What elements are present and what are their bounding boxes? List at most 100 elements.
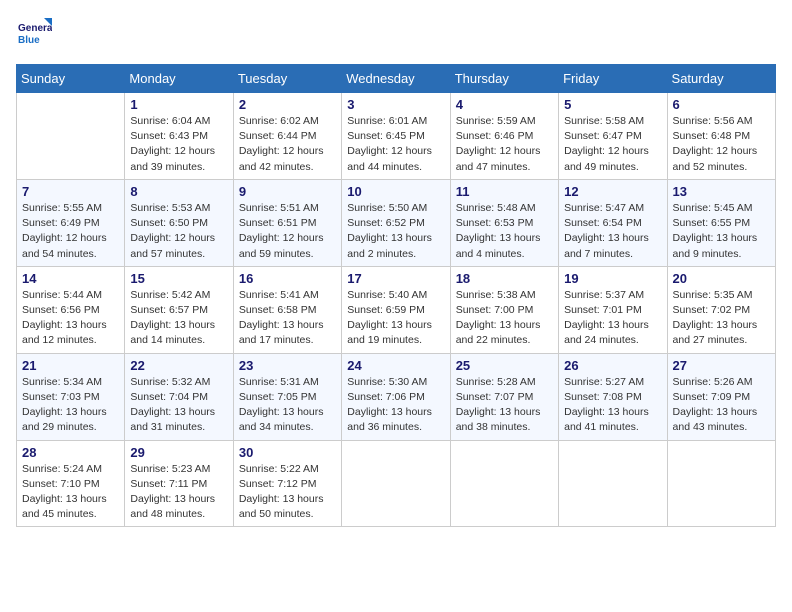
col-header-sunday: Sunday bbox=[17, 65, 125, 93]
calendar-cell: 1 Sunrise: 6:04 AMSunset: 6:43 PMDaylight… bbox=[125, 93, 233, 180]
calendar-cell: 27Sunrise: 5:26 AMSunset: 7:09 PMDayligh… bbox=[667, 353, 775, 440]
col-header-wednesday: Wednesday bbox=[342, 65, 450, 93]
calendar-cell: 14 Sunrise: 5:44 AMSunset: 6:56 PMDayligh… bbox=[17, 266, 125, 353]
calendar-cell bbox=[667, 440, 775, 527]
day-info: Sunrise: 5:26 AMSunset: 7:09 PMDaylight:… bbox=[673, 375, 770, 436]
calendar-cell: 22 Sunrise: 5:32 AMSunset: 7:04 PMDayligh… bbox=[125, 353, 233, 440]
col-header-thursday: Thursday bbox=[450, 65, 558, 93]
day-number: 28 bbox=[22, 445, 119, 460]
day-info: Sunrise: 5:31 AMSunset: 7:05 PMDaylight:… bbox=[239, 375, 336, 436]
calendar-cell: 28 Sunrise: 5:24 AMSunset: 7:10 PMDayligh… bbox=[17, 440, 125, 527]
calendar-week-5: 28 Sunrise: 5:24 AMSunset: 7:10 PMDayligh… bbox=[17, 440, 776, 527]
calendar-cell: 12Sunrise: 5:47 AMSunset: 6:54 PMDayligh… bbox=[559, 179, 667, 266]
calendar-cell bbox=[17, 93, 125, 180]
svg-text:General: General bbox=[18, 23, 52, 34]
day-number: 25 bbox=[456, 358, 553, 373]
day-info: Sunrise: 5:27 AMSunset: 7:08 PMDaylight:… bbox=[564, 375, 661, 436]
day-number: 26 bbox=[564, 358, 661, 373]
calendar-cell: 18Sunrise: 5:38 AMSunset: 7:00 PMDayligh… bbox=[450, 266, 558, 353]
day-info: Sunrise: 6:02 AMSunset: 6:44 PMDaylight:… bbox=[239, 114, 336, 175]
calendar-cell: 19Sunrise: 5:37 AMSunset: 7:01 PMDayligh… bbox=[559, 266, 667, 353]
day-info: Sunrise: 5:48 AMSunset: 6:53 PMDaylight:… bbox=[456, 201, 553, 262]
day-number: 13 bbox=[673, 184, 770, 199]
calendar-cell: 17 Sunrise: 5:40 AMSunset: 6:59 PMDayligh… bbox=[342, 266, 450, 353]
calendar-cell: 10Sunrise: 5:50 AMSunset: 6:52 PMDayligh… bbox=[342, 179, 450, 266]
calendar-week-3: 14 Sunrise: 5:44 AMSunset: 6:56 PMDayligh… bbox=[17, 266, 776, 353]
calendar-table: SundayMondayTuesdayWednesdayThursdayFrid… bbox=[16, 64, 776, 527]
day-number: 9 bbox=[239, 184, 336, 199]
col-header-monday: Monday bbox=[125, 65, 233, 93]
day-info: Sunrise: 5:24 AMSunset: 7:10 PMDaylight:… bbox=[22, 462, 119, 523]
day-info: Sunrise: 5:30 AMSunset: 7:06 PMDaylight:… bbox=[347, 375, 444, 436]
calendar-cell: 26 Sunrise: 5:27 AMSunset: 7:08 PMDayligh… bbox=[559, 353, 667, 440]
day-number: 6 bbox=[673, 97, 770, 112]
page-header: General Blue bbox=[16, 16, 776, 52]
day-number: 4 bbox=[456, 97, 553, 112]
day-number: 1 bbox=[130, 97, 227, 112]
day-info: Sunrise: 5:40 AMSunset: 6:59 PMDaylight:… bbox=[347, 288, 444, 349]
day-info: Sunrise: 5:55 AMSunset: 6:49 PMDaylight:… bbox=[22, 201, 119, 262]
calendar-cell: 23 Sunrise: 5:31 AMSunset: 7:05 PMDayligh… bbox=[233, 353, 341, 440]
logo: General Blue bbox=[16, 16, 52, 52]
day-number: 11 bbox=[456, 184, 553, 199]
day-number: 21 bbox=[22, 358, 119, 373]
calendar-week-2: 7Sunrise: 5:55 AMSunset: 6:49 PMDaylight… bbox=[17, 179, 776, 266]
day-number: 14 bbox=[22, 271, 119, 286]
day-info: Sunrise: 6:01 AMSunset: 6:45 PMDaylight:… bbox=[347, 114, 444, 175]
day-info: Sunrise: 5:28 AMSunset: 7:07 PMDaylight:… bbox=[456, 375, 553, 436]
day-number: 18 bbox=[456, 271, 553, 286]
calendar-cell: 24 Sunrise: 5:30 AMSunset: 7:06 PMDayligh… bbox=[342, 353, 450, 440]
day-number: 30 bbox=[239, 445, 336, 460]
day-info: Sunrise: 5:51 AMSunset: 6:51 PMDaylight:… bbox=[239, 201, 336, 262]
day-number: 22 bbox=[130, 358, 227, 373]
day-info: Sunrise: 5:35 AMSunset: 7:02 PMDaylight:… bbox=[673, 288, 770, 349]
day-number: 17 bbox=[347, 271, 444, 286]
day-info: Sunrise: 5:32 AMSunset: 7:04 PMDaylight:… bbox=[130, 375, 227, 436]
day-info: Sunrise: 5:22 AMSunset: 7:12 PMDaylight:… bbox=[239, 462, 336, 523]
logo-icon: General Blue bbox=[16, 16, 52, 52]
calendar-cell: 29 Sunrise: 5:23 AMSunset: 7:11 PMDayligh… bbox=[125, 440, 233, 527]
day-number: 8 bbox=[130, 184, 227, 199]
day-info: Sunrise: 5:50 AMSunset: 6:52 PMDaylight:… bbox=[347, 201, 444, 262]
day-number: 29 bbox=[130, 445, 227, 460]
day-info: Sunrise: 5:45 AMSunset: 6:55 PMDaylight:… bbox=[673, 201, 770, 262]
day-number: 3 bbox=[347, 97, 444, 112]
day-number: 2 bbox=[239, 97, 336, 112]
col-header-tuesday: Tuesday bbox=[233, 65, 341, 93]
calendar-cell: 11 Sunrise: 5:48 AMSunset: 6:53 PMDayligh… bbox=[450, 179, 558, 266]
calendar-cell: 20 Sunrise: 5:35 AMSunset: 7:02 PMDayligh… bbox=[667, 266, 775, 353]
day-info: Sunrise: 5:34 AMSunset: 7:03 PMDaylight:… bbox=[22, 375, 119, 436]
day-info: Sunrise: 5:23 AMSunset: 7:11 PMDaylight:… bbox=[130, 462, 227, 523]
day-number: 15 bbox=[130, 271, 227, 286]
calendar-week-1: 1 Sunrise: 6:04 AMSunset: 6:43 PMDaylight… bbox=[17, 93, 776, 180]
col-header-saturday: Saturday bbox=[667, 65, 775, 93]
calendar-cell: 30 Sunrise: 5:22 AMSunset: 7:12 PMDayligh… bbox=[233, 440, 341, 527]
day-number: 12 bbox=[564, 184, 661, 199]
calendar-cell: 6Sunrise: 5:56 AMSunset: 6:48 PMDaylight… bbox=[667, 93, 775, 180]
calendar-cell bbox=[450, 440, 558, 527]
day-info: Sunrise: 5:58 AMSunset: 6:47 PMDaylight:… bbox=[564, 114, 661, 175]
day-number: 24 bbox=[347, 358, 444, 373]
day-number: 16 bbox=[239, 271, 336, 286]
calendar-cell: 3 Sunrise: 6:01 AMSunset: 6:45 PMDaylight… bbox=[342, 93, 450, 180]
calendar-cell: 13 Sunrise: 5:45 AMSunset: 6:55 PMDayligh… bbox=[667, 179, 775, 266]
day-info: Sunrise: 5:44 AMSunset: 6:56 PMDaylight:… bbox=[22, 288, 119, 349]
calendar-cell: 15 Sunrise: 5:42 AMSunset: 6:57 PMDayligh… bbox=[125, 266, 233, 353]
day-info: Sunrise: 5:42 AMSunset: 6:57 PMDaylight:… bbox=[130, 288, 227, 349]
calendar-cell: 16Sunrise: 5:41 AMSunset: 6:58 PMDayligh… bbox=[233, 266, 341, 353]
calendar-cell bbox=[342, 440, 450, 527]
calendar-cell: 8Sunrise: 5:53 AMSunset: 6:50 PMDaylight… bbox=[125, 179, 233, 266]
calendar-header-row: SundayMondayTuesdayWednesdayThursdayFrid… bbox=[17, 65, 776, 93]
calendar-cell: 25 Sunrise: 5:28 AMSunset: 7:07 PMDayligh… bbox=[450, 353, 558, 440]
day-number: 19 bbox=[564, 271, 661, 286]
calendar-cell bbox=[559, 440, 667, 527]
calendar-cell: 5Sunrise: 5:58 AMSunset: 6:47 PMDaylight… bbox=[559, 93, 667, 180]
calendar-cell: 2 Sunrise: 6:02 AMSunset: 6:44 PMDaylight… bbox=[233, 93, 341, 180]
svg-text:Blue: Blue bbox=[18, 35, 40, 46]
calendar-cell: 4 Sunrise: 5:59 AMSunset: 6:46 PMDaylight… bbox=[450, 93, 558, 180]
day-info: Sunrise: 5:59 AMSunset: 6:46 PMDaylight:… bbox=[456, 114, 553, 175]
day-number: 23 bbox=[239, 358, 336, 373]
day-number: 20 bbox=[673, 271, 770, 286]
calendar-cell: 21 Sunrise: 5:34 AMSunset: 7:03 PMDayligh… bbox=[17, 353, 125, 440]
day-info: Sunrise: 6:04 AMSunset: 6:43 PMDaylight:… bbox=[130, 114, 227, 175]
